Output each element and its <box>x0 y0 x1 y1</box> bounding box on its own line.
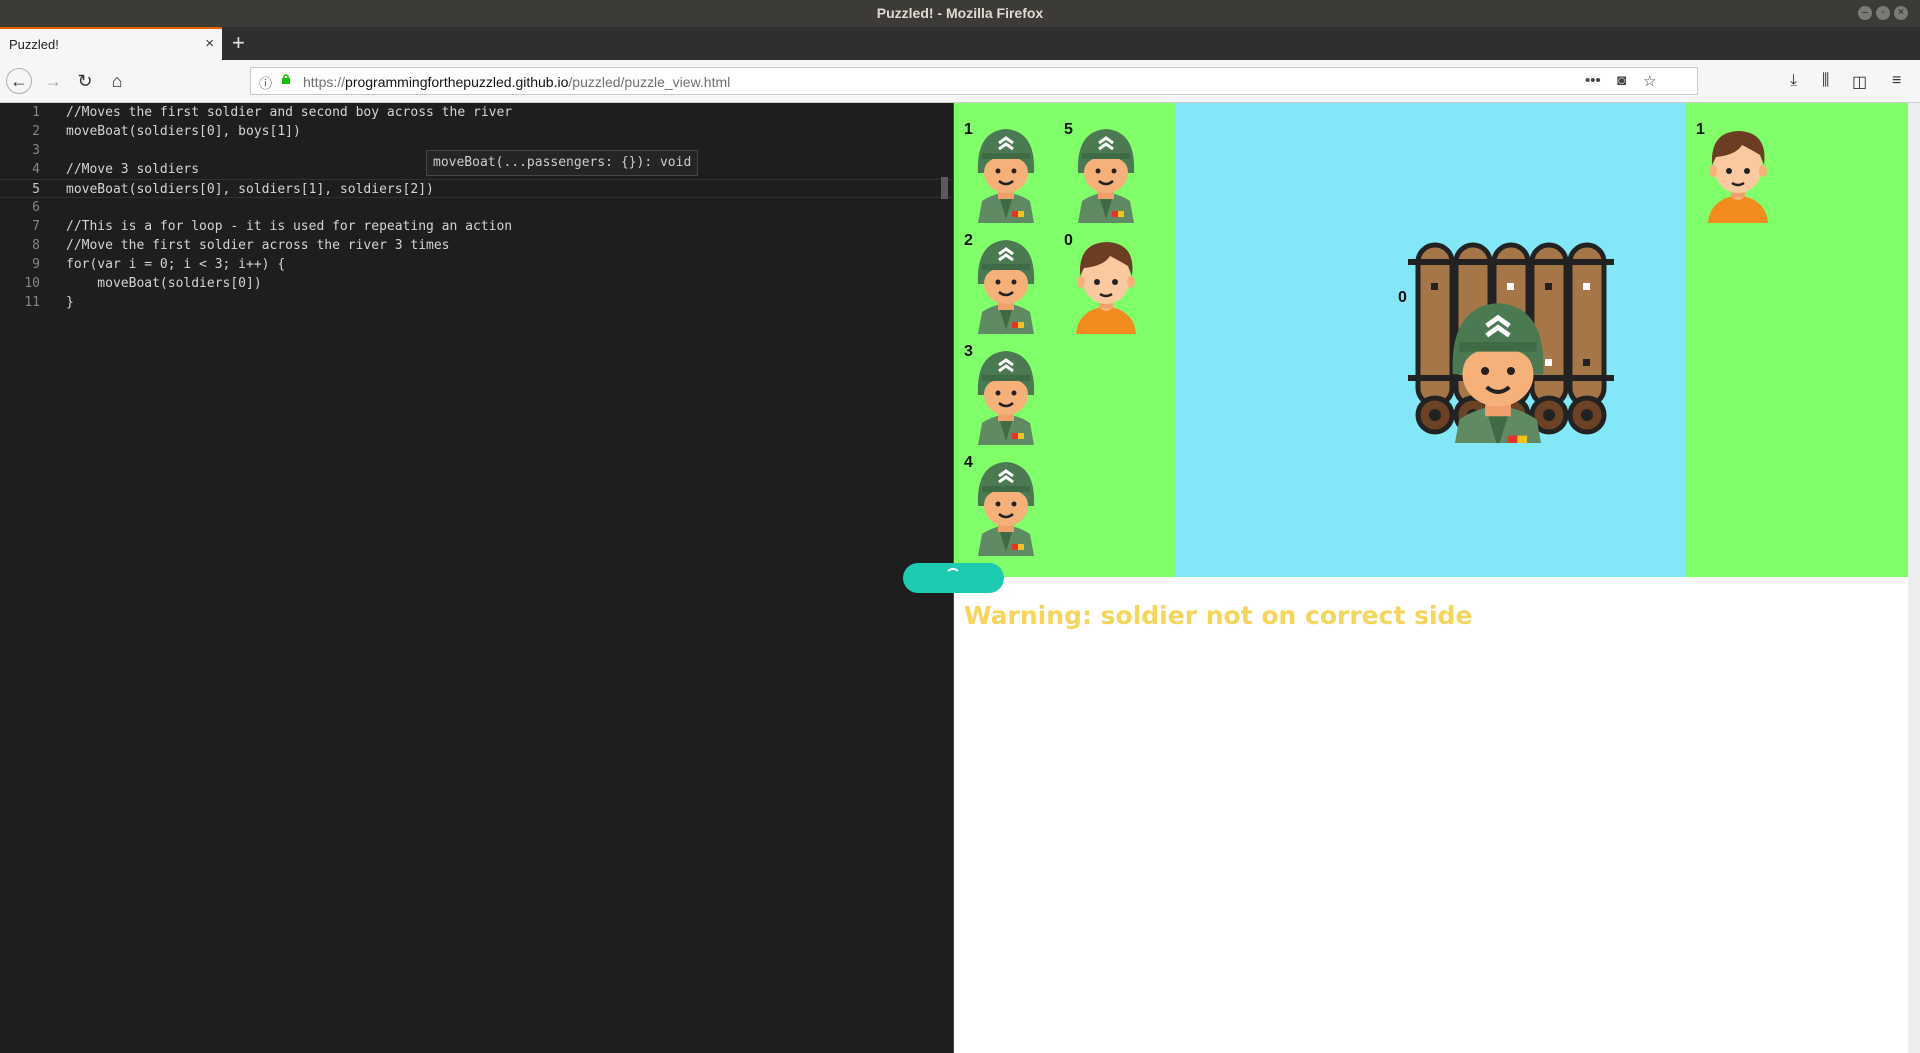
info-icon[interactable]: ⓘ <box>259 73 272 92</box>
soldier-icon <box>966 341 1046 445</box>
line-number: 10 <box>24 276 40 291</box>
code-text[interactable]: //This is a for loop - it is used for re… <box>66 217 512 236</box>
code-text[interactable]: moveBoat(soldiers[0], boys[1]) <box>66 122 301 141</box>
url-domain: programmingforthepuzzled.github.io <box>345 74 569 90</box>
code-editor[interactable]: 1 //Moves the first soldier and second bo… <box>0 103 954 1053</box>
bookmark-star-icon[interactable]: ☆ <box>1643 72 1656 90</box>
soldier-icon <box>966 452 1046 556</box>
code-line[interactable]: 7 //This is a for loop - it is used for r… <box>0 217 954 236</box>
line-number: 9 <box>32 257 40 272</box>
tab-strip: Puzzled! × + <box>0 27 1920 60</box>
code-text[interactable]: //Move the first soldier across the rive… <box>66 236 450 255</box>
maximize-icon[interactable]: ▫ <box>1876 6 1890 20</box>
line-number: 1 <box>32 105 40 120</box>
boat-passenger-label: 0 <box>1398 289 1407 306</box>
lock-icon <box>282 74 290 84</box>
url-bar[interactable]: ⓘ https://programmingforthepuzzled.githu… <box>250 67 1698 95</box>
soldier-icon <box>1066 119 1146 223</box>
close-window-icon[interactable]: × <box>1894 6 1908 20</box>
line-number: 7 <box>32 219 40 234</box>
soldier-icon <box>966 119 1046 223</box>
soldier-character[interactable]: 3 <box>954 325 1054 431</box>
library-icon[interactable]: ⫼ <box>1822 72 1829 90</box>
tab-title: Puzzled! <box>9 37 59 52</box>
code-text[interactable]: } <box>66 293 74 312</box>
url-path: /puzzled/puzzle_view.html <box>568 74 731 90</box>
boy-character[interactable]: 0 <box>1054 214 1154 320</box>
line-number: 5 <box>32 182 40 197</box>
boat-soldier[interactable] <box>1453 303 1544 443</box>
window-title: Puzzled! - Mozilla Firefox <box>876 5 1044 21</box>
home-icon[interactable]: ⌂ <box>104 68 130 94</box>
soldier-icon <box>966 230 1046 334</box>
boy-character[interactable]: 1 <box>1686 103 1786 209</box>
code-text[interactable]: for(var i = 0; i < 3; i++) { <box>66 255 285 274</box>
soldier-character[interactable]: 1 <box>954 103 1054 209</box>
downloads-icon[interactable]: ⤓ <box>1790 72 1797 90</box>
url-prefix: https:// <box>303 74 346 90</box>
code-line[interactable]: 10 moveBoat(soldiers[0]) <box>0 274 954 293</box>
line-number: 3 <box>32 143 40 158</box>
run-button[interactable] <box>903 563 1004 593</box>
page-actions-icon[interactable]: ••• <box>1585 72 1601 89</box>
code-line[interactable]: 9 for(var i = 0; i < 3; i++) { <box>0 255 954 274</box>
code-line-active[interactable]: 5 moveBoat(soldiers[0], soldiers[1], sold… <box>0 179 954 198</box>
line-number: 4 <box>32 162 40 177</box>
warning-message: Warning: soldier not on correct side <box>964 601 1473 630</box>
code-line[interactable]: 11} <box>0 293 954 312</box>
left-bank: 1 5 2 0 3 4 <box>954 103 1176 577</box>
line-number: 6 <box>32 200 40 215</box>
line-number: 8 <box>32 238 40 253</box>
forward-icon[interactable]: → <box>40 68 66 94</box>
menu-icon[interactable]: ≡ <box>1892 72 1901 90</box>
soldier-character[interactable]: 5 <box>1054 103 1154 209</box>
signature-tooltip: moveBoat(...passengers: {}): void <box>426 150 699 176</box>
boy-icon <box>1698 119 1778 223</box>
code-line[interactable]: 2 moveBoat(soldiers[0], boys[1]) <box>0 122 954 141</box>
code-text[interactable]: //Move 3 soldiers <box>66 160 199 179</box>
navigation-toolbar: ← → ↻ ⌂ ⓘ https://programmingforthepuzzl… <box>0 60 1920 103</box>
code-line[interactable]: 8 //Move the first soldier across the riv… <box>0 236 954 255</box>
close-tab-icon[interactable]: × <box>205 35 214 52</box>
raft-icon[interactable] <box>1396 233 1616 443</box>
pocket-icon[interactable]: ◙ <box>1617 72 1626 89</box>
code-line[interactable]: 1 //Moves the first soldier and second bo… <box>0 103 954 122</box>
back-icon[interactable]: ← <box>6 68 32 94</box>
minimize-icon[interactable]: – <box>1858 6 1872 20</box>
puzzle-view: 1 5 2 0 3 4 0 1 Warning: soldier not on … <box>954 103 1908 1053</box>
line-number: 2 <box>32 124 40 139</box>
page-scrollbar[interactable] <box>1908 103 1920 1053</box>
code-text[interactable]: moveBoat(soldiers[0], soldiers[1], soldi… <box>66 180 434 199</box>
soldier-character[interactable]: 4 <box>954 436 1054 542</box>
river-scene: 1 5 2 0 3 4 0 1 <box>954 103 1908 577</box>
code-line[interactable]: 6 <box>0 198 954 217</box>
right-bank: 1 <box>1686 103 1908 577</box>
tab-puzzled[interactable]: Puzzled! × <box>0 27 222 60</box>
code-text[interactable]: moveBoat(soldiers[0]) <box>66 274 261 293</box>
reload-icon[interactable]: ↻ <box>72 68 98 94</box>
boy-icon <box>1066 230 1146 334</box>
window-titlebar: Puzzled! - Mozilla Firefox – ▫ × <box>0 0 1920 27</box>
code-text[interactable]: //Moves the first soldier and second boy… <box>66 103 512 122</box>
sidebar-icon[interactable]: ◫ <box>1852 72 1867 92</box>
url-text: https://programmingforthepuzzled.github.… <box>303 74 730 90</box>
loading-spinner-icon <box>945 568 961 584</box>
line-number: 11 <box>24 295 40 310</box>
new-tab-icon[interactable]: + <box>232 30 245 56</box>
editor-scrollbar[interactable] <box>941 177 948 199</box>
soldier-character[interactable]: 2 <box>954 214 1054 320</box>
